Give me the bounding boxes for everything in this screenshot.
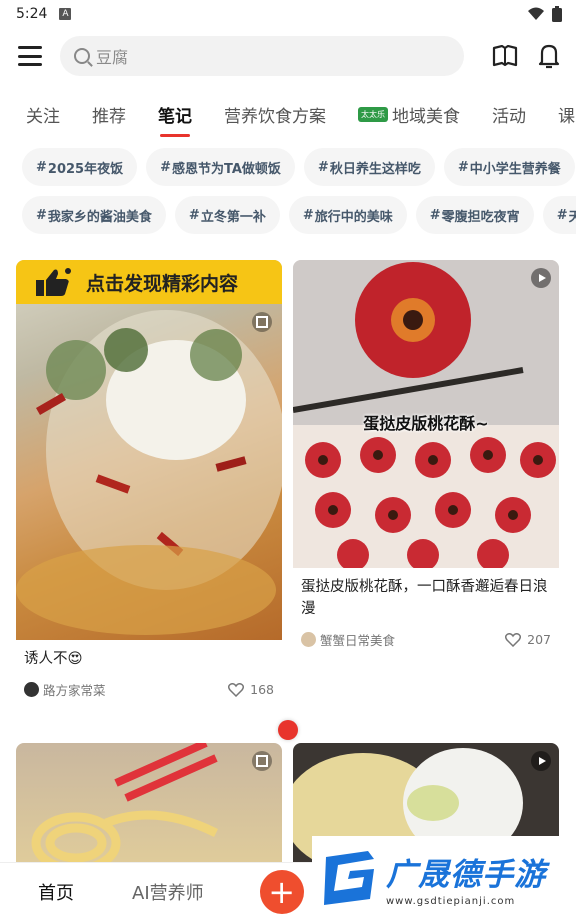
tab-activities[interactable]: 活动 (492, 102, 526, 127)
tab-recommend[interactable]: 推荐 (92, 102, 126, 127)
watermark-url: www.gsdtiepianji.com (386, 896, 516, 907)
thumbs-up-icon (36, 268, 71, 296)
note-card[interactable]: 点击发现精彩内容 诱人不😍 路方家常菜 168 (16, 260, 282, 699)
topic-chip[interactable]: # 旅行中的美味 (288, 196, 407, 234)
search-placeholder: 豆腐 (96, 48, 129, 67)
author-name: 路方家常菜 (43, 683, 106, 698)
nav-ai-nutritionist[interactable]: AI营养师 (132, 879, 204, 905)
search-icon (74, 48, 90, 64)
tab-course[interactable]: 课 (558, 102, 575, 127)
play-icon (531, 268, 551, 288)
gallery-icon (252, 751, 272, 771)
category-tabs: 关注 推荐 笔记 营养饮食方案 太太乐 地域美食 活动 课 (0, 84, 576, 144)
top-bar: 豆腐 (0, 28, 576, 84)
like-count: 207 (527, 632, 551, 647)
tab-follow[interactable]: 关注 (26, 102, 60, 127)
book-icon[interactable] (492, 43, 518, 69)
note-title: 蛋挞皮版桃花酥，一口酥香邂逅春日浪漫 (301, 579, 548, 617)
watermark-logo (324, 851, 374, 905)
menu-icon[interactable] (18, 46, 42, 66)
wifi-icon (528, 7, 544, 20)
topic-chip[interactable]: # 天 (542, 196, 576, 234)
like-count: 168 (250, 682, 274, 697)
note-image: 点击发现精彩内容 (16, 260, 282, 640)
battery-icon (552, 6, 562, 22)
author-name: 蟹蟹日常美食 (320, 633, 396, 648)
topic-chip[interactable]: # 中小学生营养餐 (443, 148, 575, 186)
notification-icon: A (59, 8, 72, 20)
status-bar: 5:24 A (0, 0, 576, 28)
avatar (24, 682, 39, 697)
author[interactable]: 蟹蟹日常美食 (301, 630, 395, 649)
topic-chip[interactable]: # 零腹担吃夜宵 (415, 196, 534, 234)
topic-chips: #2025年夜饭 # 感恩节为TA做顿饭 # 秋日养生这样吃 # 中小学生营养餐 # 我… (0, 144, 576, 244)
tab-regional-food[interactable]: 太太乐 地域美食 (358, 102, 460, 127)
tab-nutrition-plan[interactable]: 营养饮食方案 (224, 102, 326, 127)
topic-chip[interactable]: # 立冬第一补 (174, 196, 280, 234)
like-button[interactable]: 207 (505, 632, 551, 647)
like-button[interactable]: 168 (228, 682, 274, 697)
add-button[interactable]: + (259, 869, 304, 914)
bell-icon[interactable] (536, 43, 562, 69)
banner-text: 点击发现精彩内容 (86, 272, 239, 295)
status-time: 5:24 (16, 6, 48, 22)
brand-badge: 太太乐 (358, 106, 388, 122)
heart-icon (228, 682, 245, 697)
note-image: 蛋挞皮版桃花酥~ (293, 260, 559, 568)
note-card[interactable]: 蛋挞皮版桃花酥~ 蛋挞皮版桃花酥，一口酥香邂逅春日浪漫 蟹蟹日常美食 207 (293, 260, 559, 649)
note-title: 诱人不😍 (24, 651, 83, 667)
promo-banner[interactable]: 点击发现精彩内容 (16, 260, 282, 304)
gallery-icon (252, 312, 272, 332)
topic-chip[interactable]: # 我家乡的酱油美食 (22, 196, 166, 234)
heart-icon (505, 632, 522, 647)
avatar (301, 632, 316, 647)
topic-chip[interactable]: # 秋日养生这样吃 (303, 148, 435, 186)
video-overlay-text: 蛋挞皮版桃花酥~ (363, 414, 489, 433)
author[interactable]: 路方家常菜 (24, 680, 106, 699)
play-icon (531, 751, 551, 771)
topic-chip[interactable]: #2025年夜饭 (22, 148, 138, 186)
tab-notes[interactable]: 笔记 (158, 102, 192, 137)
watermark: 广晟德手游 www.gsdtiepianji.com (312, 836, 576, 920)
nav-home[interactable]: 首页 (38, 879, 74, 905)
floating-dot[interactable] (278, 720, 298, 740)
search-input[interactable]: 豆腐 (60, 36, 464, 76)
watermark-name: 广晟德手游 (386, 857, 546, 893)
topic-chip[interactable]: # 感恩节为TA做顿饭 (146, 148, 295, 186)
